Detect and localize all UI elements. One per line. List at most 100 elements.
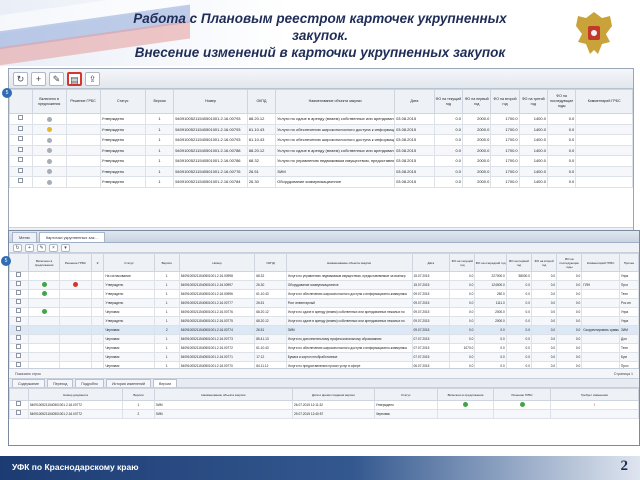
column-header[interactable]: ФО на последующие годы — [556, 253, 583, 272]
row-checkbox-cell[interactable] — [9, 325, 29, 335]
column-header[interactable]: Наименование объекта закупки — [285, 253, 413, 272]
column-header[interactable] — [9, 388, 29, 401]
row-checkbox[interactable] — [18, 146, 24, 152]
column-header[interactable]: Версия — [144, 89, 175, 114]
row-checkbox-cell[interactable] — [9, 123, 33, 135]
row-checkbox[interactable] — [16, 290, 22, 295]
table-row[interactable]: Черновик 1 54091005211540501001.2.16.00770… — [9, 361, 639, 368]
column-header[interactable]: Решение ГРБС — [493, 388, 551, 401]
row-checkbox[interactable] — [18, 157, 24, 163]
column-header[interactable]: Наименование объекта закупки — [275, 89, 396, 114]
row-checkbox[interactable] — [16, 299, 22, 304]
row-checkbox-cell[interactable] — [9, 352, 29, 362]
table-row[interactable]: Утверждено 1 54091005211540501001.2.16.007… — [9, 113, 633, 125]
table-row[interactable]: Утверждено 1 54091005211540501001.2.16.007… — [9, 176, 633, 188]
column-header[interactable] — [9, 89, 33, 114]
row-checkbox-cell[interactable] — [9, 165, 33, 177]
table-row[interactable]: Утверждено 1 54091005211540501001.2.16.007… — [9, 298, 639, 308]
row-checkbox[interactable] — [16, 272, 22, 277]
row-checkbox-cell[interactable] — [9, 334, 29, 344]
column-header[interactable]: Включено в предложения — [27, 253, 61, 272]
row-checkbox[interactable] — [18, 125, 24, 131]
row-checkbox-cell[interactable] — [9, 134, 33, 146]
row-checkbox-cell[interactable] — [9, 155, 33, 167]
row-checkbox[interactable] — [16, 401, 22, 406]
column-header[interactable]: Наименование объекта закупки — [153, 388, 294, 401]
pager-right[interactable]: Страница 1 — [614, 369, 639, 379]
table-row[interactable]: Утверждено 1 54091005211540501001.2.16.009… — [9, 280, 639, 290]
subtab-versions[interactable]: Версии — [152, 379, 178, 387]
row-checkbox[interactable] — [16, 410, 22, 415]
row-checkbox[interactable] — [16, 308, 22, 313]
column-header[interactable]: Комментарий ГРБС — [575, 89, 633, 114]
column-header[interactable]: ФО на третий год — [518, 89, 548, 114]
row-checkbox-cell[interactable] — [9, 298, 29, 308]
row-checkbox[interactable] — [16, 317, 22, 322]
column-header[interactable] — [9, 253, 29, 272]
filter-icon[interactable]: ▾ — [61, 243, 70, 252]
tab-registry[interactable]: Карточки укрупненных зак... — [38, 232, 105, 242]
row-checkbox-cell[interactable] — [9, 316, 29, 326]
version-row[interactable]: 54091005211540501001.2.16.00772 1 ЗИМ 26.07… — [9, 400, 639, 410]
table-row[interactable]: Черновик 1 54091005211540501001.2.16.00773… — [9, 334, 639, 344]
refresh-icon[interactable]: ↻ — [13, 71, 28, 86]
refresh-icon[interactable]: ↻ — [13, 243, 22, 252]
column-header[interactable]: Дата — [394, 89, 435, 114]
column-header[interactable]: ФО на последующие годы — [546, 89, 577, 114]
row-checkbox-cell[interactable] — [9, 144, 33, 156]
row-checkbox-cell[interactable] — [9, 361, 29, 368]
table-row[interactable]: Утверждено 1 54091005211540501001.2.16.007… — [9, 316, 639, 326]
column-header[interactable]: Номер — [173, 89, 248, 114]
subtab-details[interactable]: Подробно — [75, 379, 104, 387]
column-header[interactable]: Номер документа — [27, 388, 124, 401]
column-header[interactable]: Прочее — [619, 253, 639, 272]
column-header[interactable]: Статус — [373, 388, 438, 401]
row-checkbox-cell[interactable] — [9, 343, 29, 353]
column-header[interactable]: Требует изменения — [549, 388, 639, 401]
add-icon[interactable]: + — [31, 71, 46, 86]
column-header[interactable]: Дата — [411, 253, 451, 272]
column-header[interactable]: Версия — [122, 388, 155, 401]
table-row[interactable]: Черновик 2 54091005211540501001.2.16.00774… — [9, 325, 639, 335]
row-checkbox[interactable] — [18, 136, 24, 142]
row-checkbox-cell[interactable] — [9, 307, 29, 317]
column-header[interactable]: ФО на текущий год — [449, 253, 476, 272]
delete-icon[interactable]: × — [49, 243, 58, 252]
table-row[interactable]: Утверждено 1 54091005211540501001.2.16.007… — [9, 144, 633, 156]
row-checkbox[interactable] — [18, 167, 24, 173]
row-checkbox-cell[interactable] — [9, 400, 29, 410]
add-icon[interactable]: + — [25, 243, 34, 252]
row-checkbox[interactable] — [16, 353, 22, 358]
subtab-history[interactable]: История изменений — [105, 379, 151, 387]
table-row[interactable]: Утверждено 1 54091005211540501001.2.16.007… — [9, 165, 633, 177]
row-checkbox-cell[interactable] — [9, 113, 33, 125]
column-header[interactable]: Дата и время создания версии — [292, 388, 375, 401]
column-header[interactable]: ОКПД — [254, 253, 287, 272]
export-icon[interactable]: ⇪ — [85, 71, 100, 86]
column-header[interactable]: ФО на второй год — [530, 253, 558, 272]
column-header[interactable]: Статус — [99, 89, 146, 114]
row-checkbox-cell[interactable] — [9, 280, 29, 290]
table-row[interactable]: Утверждено 1 54091005211540501001.2.16.007… — [9, 155, 633, 167]
subtab-transition[interactable]: Переход — [47, 379, 74, 387]
table-row[interactable]: Утверждено 1 54091005211540501001.2.16.007… — [9, 134, 633, 146]
version-row[interactable]: 54091005211540501001.2.16.00772 2 ЗИМ 29.07… — [9, 409, 639, 419]
row-checkbox[interactable] — [16, 335, 22, 340]
tab-menu[interactable]: Меню — [12, 232, 37, 242]
table-row[interactable]: Черновик 1 54091005211540501001.2.16.00772… — [9, 343, 639, 353]
column-header[interactable]: Решение ГРБС — [65, 89, 101, 114]
column-header[interactable]: Решение ГРБС — [59, 253, 92, 272]
column-header[interactable]: ФО на текущий год — [433, 89, 464, 114]
row-checkbox-cell[interactable] — [9, 409, 29, 419]
row-checkbox-cell[interactable] — [9, 289, 29, 299]
column-header[interactable]: Комментарий ГРБС — [581, 253, 621, 272]
column-header[interactable]: # — [90, 253, 105, 272]
column-header[interactable]: ФО на первый год — [505, 253, 532, 272]
row-checkbox[interactable] — [16, 362, 22, 367]
subtab-content[interactable]: Содержание — [12, 379, 46, 387]
table-row[interactable]: На согласовании 1 54091005211540501001.2.1… — [9, 271, 639, 281]
row-checkbox[interactable] — [16, 326, 22, 331]
column-header[interactable]: ОКПД — [246, 89, 277, 114]
print-icon[interactable]: ▤ — [67, 71, 82, 86]
column-header[interactable]: ФО на второй год — [490, 89, 520, 114]
